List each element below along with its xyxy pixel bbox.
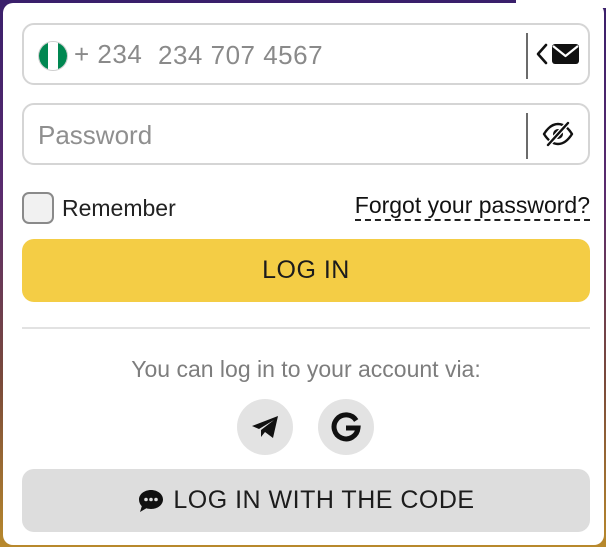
password-visibility-toggle[interactable] [528,105,588,163]
telegram-login-button[interactable] [237,399,293,455]
flag-stripe-right [57,42,67,70]
phone-field[interactable]: + 234 [22,23,590,85]
mail-icon [552,44,579,64]
remember-row: Remember Forgot your password? [22,192,590,224]
social-login-caption: You can log in to your account via: [131,356,481,382]
chevron-left-icon [536,43,579,65]
flag-stripe-middle [48,42,58,70]
forgot-password-link[interactable]: Forgot your password? [354,192,590,221]
phone-input[interactable] [158,35,538,75]
google-login-button[interactable] [318,399,374,455]
login-button[interactable]: LOG IN [22,239,590,302]
login-panel: + 234 Remember [3,3,604,545]
flag-stripe-left [39,42,49,70]
password-input[interactable] [38,115,518,155]
password-field[interactable] [22,103,590,165]
country-code: + 234 [74,39,143,69]
eye-off-icon [542,121,574,147]
remember-label[interactable]: Remember [62,195,176,222]
remember-checkbox[interactable] [22,192,54,224]
google-icon [331,412,361,442]
section-divider [22,327,590,329]
nigeria-flag-icon[interactable] [38,41,68,71]
telegram-icon [252,416,278,438]
login-with-code-button[interactable]: LOG IN WITH THE CODE [22,469,590,532]
login-method-switch[interactable] [528,25,588,83]
chat-bubble-icon [137,488,165,514]
login-with-code-label: LOG IN WITH THE CODE [173,486,475,514]
login-button-label: LOG IN [262,256,350,284]
